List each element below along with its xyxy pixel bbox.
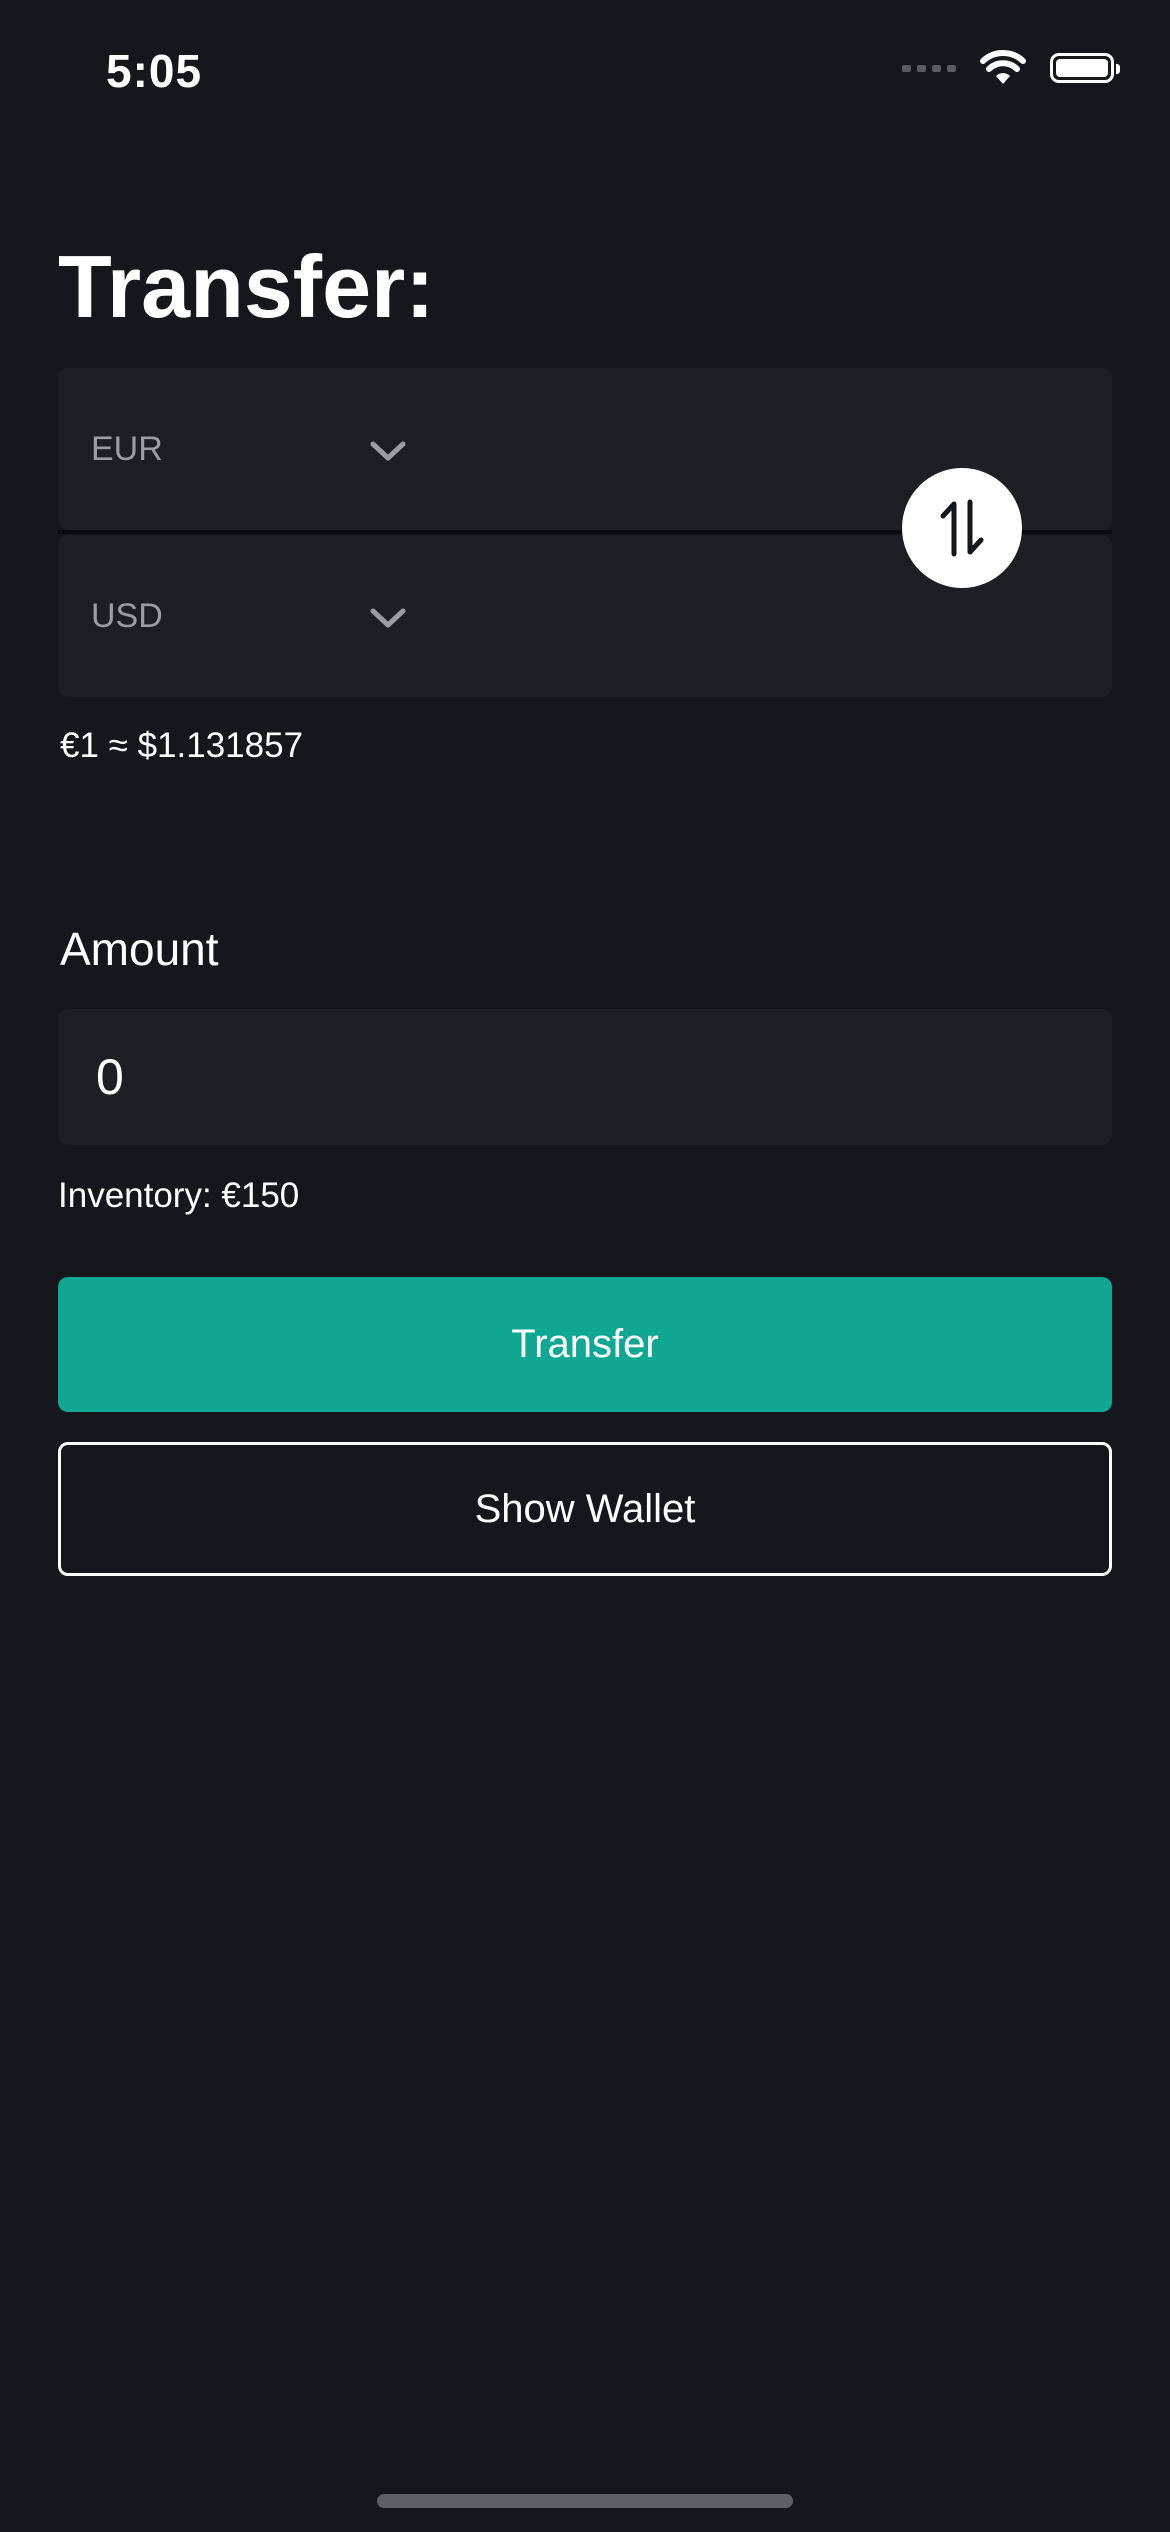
status-icons <box>902 50 1120 86</box>
home-indicator[interactable] <box>377 2494 793 2508</box>
signal-dots-icon <box>902 64 956 72</box>
chevron-down-icon <box>370 441 406 461</box>
status-time: 5:05 <box>106 45 203 97</box>
from-currency-value: EUR <box>91 430 163 468</box>
transfer-button[interactable]: Transfer <box>58 1277 1112 1412</box>
swap-currencies-button[interactable] <box>902 468 1022 588</box>
amount-label: Amount <box>60 923 219 975</box>
battery-full-icon <box>1050 53 1120 83</box>
show-wallet-button[interactable]: Show Wallet <box>58 1442 1112 1576</box>
inventory-text: Inventory: €150 <box>58 1176 300 1215</box>
page-title: Transfer: <box>58 237 435 336</box>
to-currency-value: USD <box>91 597 163 635</box>
chevron-down-icon <box>370 608 406 628</box>
swap-arrows-icon <box>940 499 984 557</box>
wifi-icon <box>980 50 1026 84</box>
status-bar: 5:05 <box>0 0 1170 140</box>
amount-input[interactable] <box>58 1009 1112 1145</box>
exchange-rate-text: €1 ≈ $1.131857 <box>60 726 304 765</box>
